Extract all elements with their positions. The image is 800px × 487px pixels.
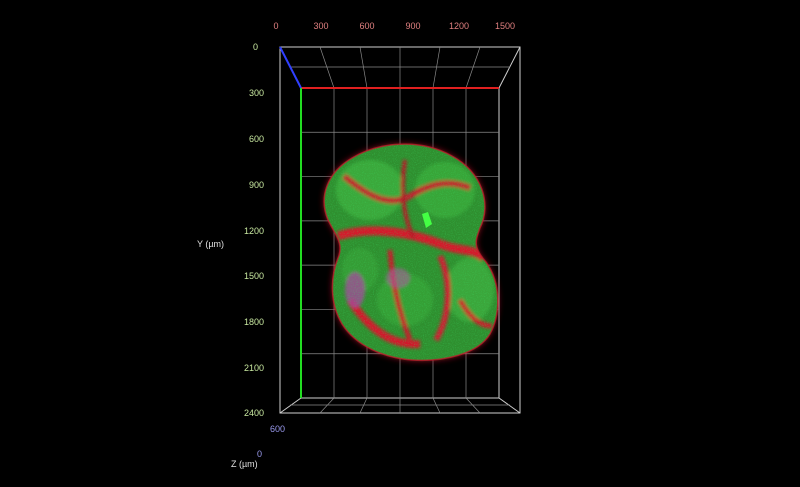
grid-line (432, 46, 441, 89)
grid-line (465, 46, 481, 89)
3d-volume-viewport[interactable]: 0 300 600 900 1200 1500 0 300 600 900 12… (0, 0, 800, 487)
x-tick-label: 1200 (448, 21, 470, 31)
y-tick-label: 2400 (243, 408, 264, 418)
x-tick-label: 600 (359, 21, 375, 31)
z-tick-label: 600 (270, 424, 286, 434)
y-tick-label: 900 (248, 180, 264, 190)
grid-line (432, 397, 441, 414)
y-tick-label: 1800 (243, 317, 264, 327)
y-axis-title: Y (µm) (197, 239, 225, 249)
y-tick-label: 0 (252, 42, 258, 52)
grid-line (319, 46, 335, 89)
x-tick-label: 0 (273, 21, 279, 31)
grid-line (359, 46, 368, 89)
y-tick-label: 1200 (243, 226, 264, 236)
y-tick-label: 1500 (243, 271, 264, 281)
grid-line (359, 397, 368, 414)
grid-line (319, 397, 335, 414)
volume-scene[interactable] (0, 0, 800, 487)
y-tick-label: 2100 (243, 363, 264, 373)
y-tick-label: 600 (248, 134, 264, 144)
z-axis-line (279, 46, 302, 89)
z-axis-title: Z (µm) (231, 459, 258, 469)
y-tick-label: 300 (248, 88, 264, 98)
grid-line (465, 397, 481, 414)
x-tick-label: 900 (405, 21, 421, 31)
x-tick-label: 1500 (494, 21, 516, 31)
x-tick-label: 300 (313, 21, 329, 31)
z-tick-label: 0 (257, 449, 263, 459)
specimen-volume[interactable] (320, 136, 510, 366)
